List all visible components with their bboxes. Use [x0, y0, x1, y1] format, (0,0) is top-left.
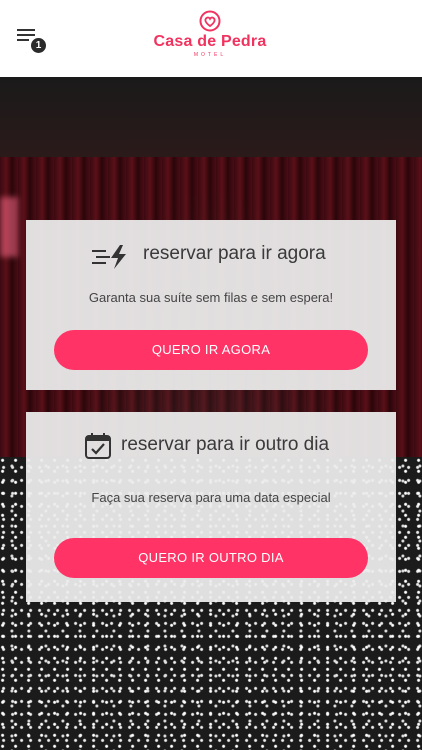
reserve-now-card: reservar para ir agora Garanta sua suíte…: [26, 220, 396, 390]
card-subtitle: Faça sua reserva para uma data especial: [91, 490, 331, 505]
fast-lightning-icon: [92, 245, 126, 269]
brand-subtitle: MOTEL: [193, 52, 227, 58]
brand-name: Casa de Pedra: [153, 33, 267, 50]
brand-logo: Casa de Pedra MOTEL: [150, 10, 270, 68]
go-other-day-button[interactable]: QUERO IR OUTRO DIA: [54, 538, 368, 578]
ceiling-shadow: [0, 77, 422, 157]
go-now-button[interactable]: QUERO IR AGORA: [54, 330, 368, 370]
card-title: reservar para ir agora: [143, 243, 326, 264]
calendar-check-icon: [85, 433, 111, 459]
card-subtitle: Garanta sua suíte sem filas e sem espera…: [88, 290, 334, 305]
neon-sign: [0, 197, 18, 257]
heart-logo-icon: [199, 10, 221, 32]
card-title: reservar para ir outro dia: [121, 434, 330, 455]
app-header: 1 Casa de Pedra MOTEL: [0, 0, 422, 77]
reserve-other-day-card: reservar para ir outro dia Faça sua rese…: [26, 412, 396, 602]
notification-badge: 1: [31, 38, 46, 53]
menu-button[interactable]: 1: [17, 28, 51, 54]
